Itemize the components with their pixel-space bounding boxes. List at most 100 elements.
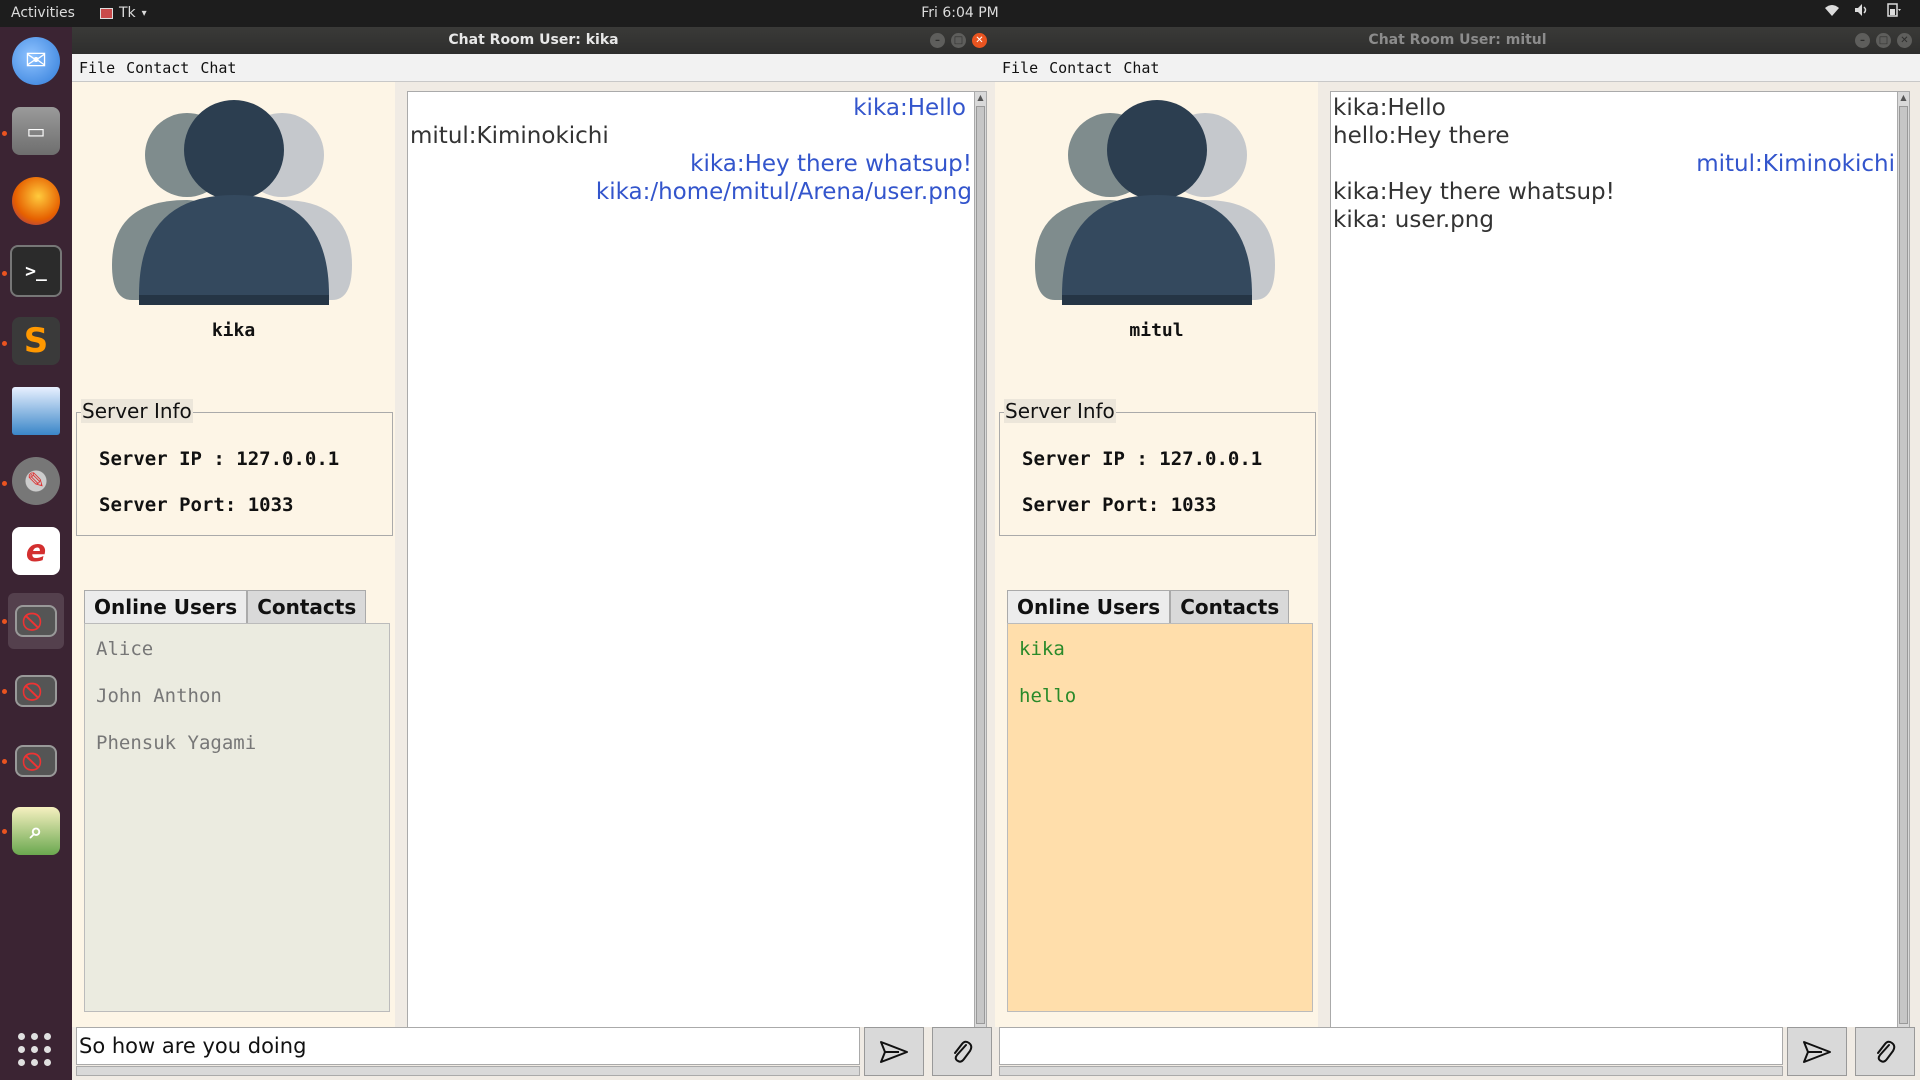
tab-online-users[interactable]: Online Users (84, 590, 248, 623)
scrollbar-thumb[interactable] (976, 106, 985, 1024)
minimize-icon[interactable]: – (930, 33, 945, 48)
send-icon (1803, 1040, 1831, 1063)
image-search-icon: ⌕ (12, 807, 60, 855)
chat-message: hello:Hey there (1333, 123, 1510, 149)
dock-tk-window-1[interactable]: ⃠ (8, 593, 64, 649)
settings-icon: ✎ (12, 457, 60, 505)
chat-window-mitul: Chat Room User: mitul – □ ✕ File Contact… (995, 27, 1920, 1080)
activities-button[interactable]: Activities (11, 5, 75, 21)
server-port-row: Server Port: 1033 (1022, 494, 1217, 516)
menu-contact[interactable]: Contact (126, 59, 189, 77)
dock-firefox[interactable] (8, 173, 64, 229)
dock-image-search[interactable]: ⌕ (8, 803, 64, 859)
app-menu[interactable]: Tk ▾ (100, 5, 147, 21)
volume-icon (1854, 3, 1870, 21)
menu-chat[interactable]: Chat (200, 59, 236, 77)
files-icon: ▭ (12, 107, 60, 155)
chat-window-kika: Chat Room User: kika – □ ✕ File Contact … (72, 27, 995, 1080)
image-viewer-icon (12, 387, 60, 435)
window-titlebar[interactable]: Chat Room User: kika – □ ✕ (72, 27, 995, 54)
list-item[interactable]: John Anthon (96, 681, 389, 728)
chevron-down-icon: ▾ (141, 7, 147, 19)
attach-button[interactable] (1855, 1027, 1915, 1076)
maximize-icon[interactable]: □ (951, 33, 966, 48)
dock-settings[interactable]: ✎ (8, 453, 64, 509)
chat-message: kika:Hey there whatsup! (690, 151, 972, 177)
rhythmbox-icon: e (12, 527, 60, 575)
maximize-icon[interactable]: □ (1876, 33, 1891, 48)
close-icon[interactable]: ✕ (1897, 33, 1912, 48)
dock-rhythmbox[interactable]: e (8, 523, 64, 579)
send-button[interactable] (1787, 1027, 1847, 1076)
attach-button[interactable] (932, 1027, 992, 1076)
dock-terminal[interactable]: >_ (8, 243, 64, 299)
input-scrollbar[interactable] (999, 1066, 1783, 1076)
tab-contacts[interactable]: Contacts (1170, 590, 1290, 623)
tk-app-icon (100, 7, 113, 19)
send-button[interactable] (864, 1027, 924, 1076)
chat-message: mitul:Kiminokichi (410, 123, 609, 149)
clock[interactable]: Fri 6:04 PM (921, 5, 999, 21)
chat-message: kika:Hello (853, 95, 966, 121)
window-titlebar[interactable]: Chat Room User: mitul – □ ✕ (995, 27, 1920, 54)
chat-scrollbar[interactable]: ▲ ▼ (974, 92, 986, 1042)
server-info-box: Server Info Server IP : 127.0.0.1 Server… (999, 399, 1316, 536)
user-tabs: Online Users Contacts (1007, 590, 1290, 623)
avatar-icon (112, 100, 352, 305)
scrollbar-thumb[interactable] (1899, 106, 1908, 1024)
dock-sublime[interactable]: S (8, 313, 64, 369)
chat-scrollbar[interactable]: ▲ ▼ (1897, 92, 1909, 1042)
tab-contacts[interactable]: Contacts (247, 590, 367, 623)
online-users-list: Alice John Anthon Phensuk Yagami (84, 623, 390, 1012)
dock-image-viewer[interactable] (8, 383, 64, 439)
server-ip-row: Server IP : 127.0.0.1 (99, 448, 340, 470)
chat-log[interactable]: kika:Hello hello:Hey there mitul:Kiminok… (1330, 91, 1910, 1043)
minimize-icon[interactable]: – (1855, 33, 1870, 48)
system-tray[interactable] (1824, 3, 1902, 21)
tk-window-icon: ⃠ (15, 745, 57, 777)
chat-message: kika:/home/mitul/Arena/user.png (595, 179, 972, 205)
menu-file[interactable]: File (79, 59, 115, 77)
tk-window-icon: ⃠ (15, 675, 57, 707)
wifi-icon (1824, 3, 1840, 21)
dock-files[interactable]: ▭ (8, 103, 64, 159)
user-panel: kika Server Info Server IP : 127.0.0.1 S… (72, 82, 395, 1045)
server-info-legend: Server Info (81, 399, 193, 423)
show-applications-icon[interactable] (18, 1033, 51, 1066)
menu-chat[interactable]: Chat (1123, 59, 1159, 77)
online-users-list: kika hello (1007, 623, 1313, 1012)
tab-online-users[interactable]: Online Users (1007, 590, 1171, 623)
server-ip-row: Server IP : 127.0.0.1 (1022, 448, 1263, 470)
compose-bar: So how are you doing (72, 1027, 995, 1080)
menu-bar: File Contact Chat (72, 54, 995, 82)
close-icon[interactable]: ✕ (972, 33, 987, 48)
message-input[interactable] (999, 1027, 1783, 1065)
compose-bar (995, 1027, 1920, 1080)
dock-thunderbird[interactable]: ✉ (8, 33, 64, 89)
chat-message: kika: user.png (1333, 207, 1494, 233)
server-port-row: Server Port: 1033 (99, 494, 294, 516)
dock: ✉ ▭ >_ S ✎ e ⃠ ⃠ ⃠ ⌕ (0, 27, 72, 1080)
user-tabs: Online Users Contacts (84, 590, 367, 623)
paperclip-icon (954, 1040, 973, 1063)
window-title: Chat Room User: mitul (1368, 32, 1547, 48)
menu-file[interactable]: File (1002, 59, 1038, 77)
menu-contact[interactable]: Contact (1049, 59, 1112, 77)
dock-tk-window-2[interactable]: ⃠ (8, 663, 64, 719)
list-item[interactable]: Phensuk Yagami (96, 728, 389, 775)
chat-log[interactable]: kika:Hello mitul:Kiminokichi kika:Hey th… (407, 91, 987, 1043)
chat-message: kika:Hey there whatsup! (1333, 179, 1615, 205)
paperclip-icon (1877, 1040, 1896, 1063)
send-icon (880, 1040, 908, 1063)
server-info-legend: Server Info (1004, 399, 1116, 423)
battery-icon (1884, 3, 1902, 21)
list-item[interactable]: hello (1019, 681, 1312, 728)
dock-tk-window-3[interactable]: ⃠ (8, 733, 64, 789)
terminal-icon: >_ (10, 245, 62, 297)
menu-bar: File Contact Chat (995, 54, 1920, 82)
message-input[interactable]: So how are you doing (76, 1027, 860, 1065)
tk-window-icon: ⃠ (15, 605, 57, 637)
input-scrollbar[interactable] (76, 1066, 860, 1076)
list-item[interactable]: kika (1019, 634, 1312, 681)
list-item[interactable]: Alice (96, 634, 389, 681)
